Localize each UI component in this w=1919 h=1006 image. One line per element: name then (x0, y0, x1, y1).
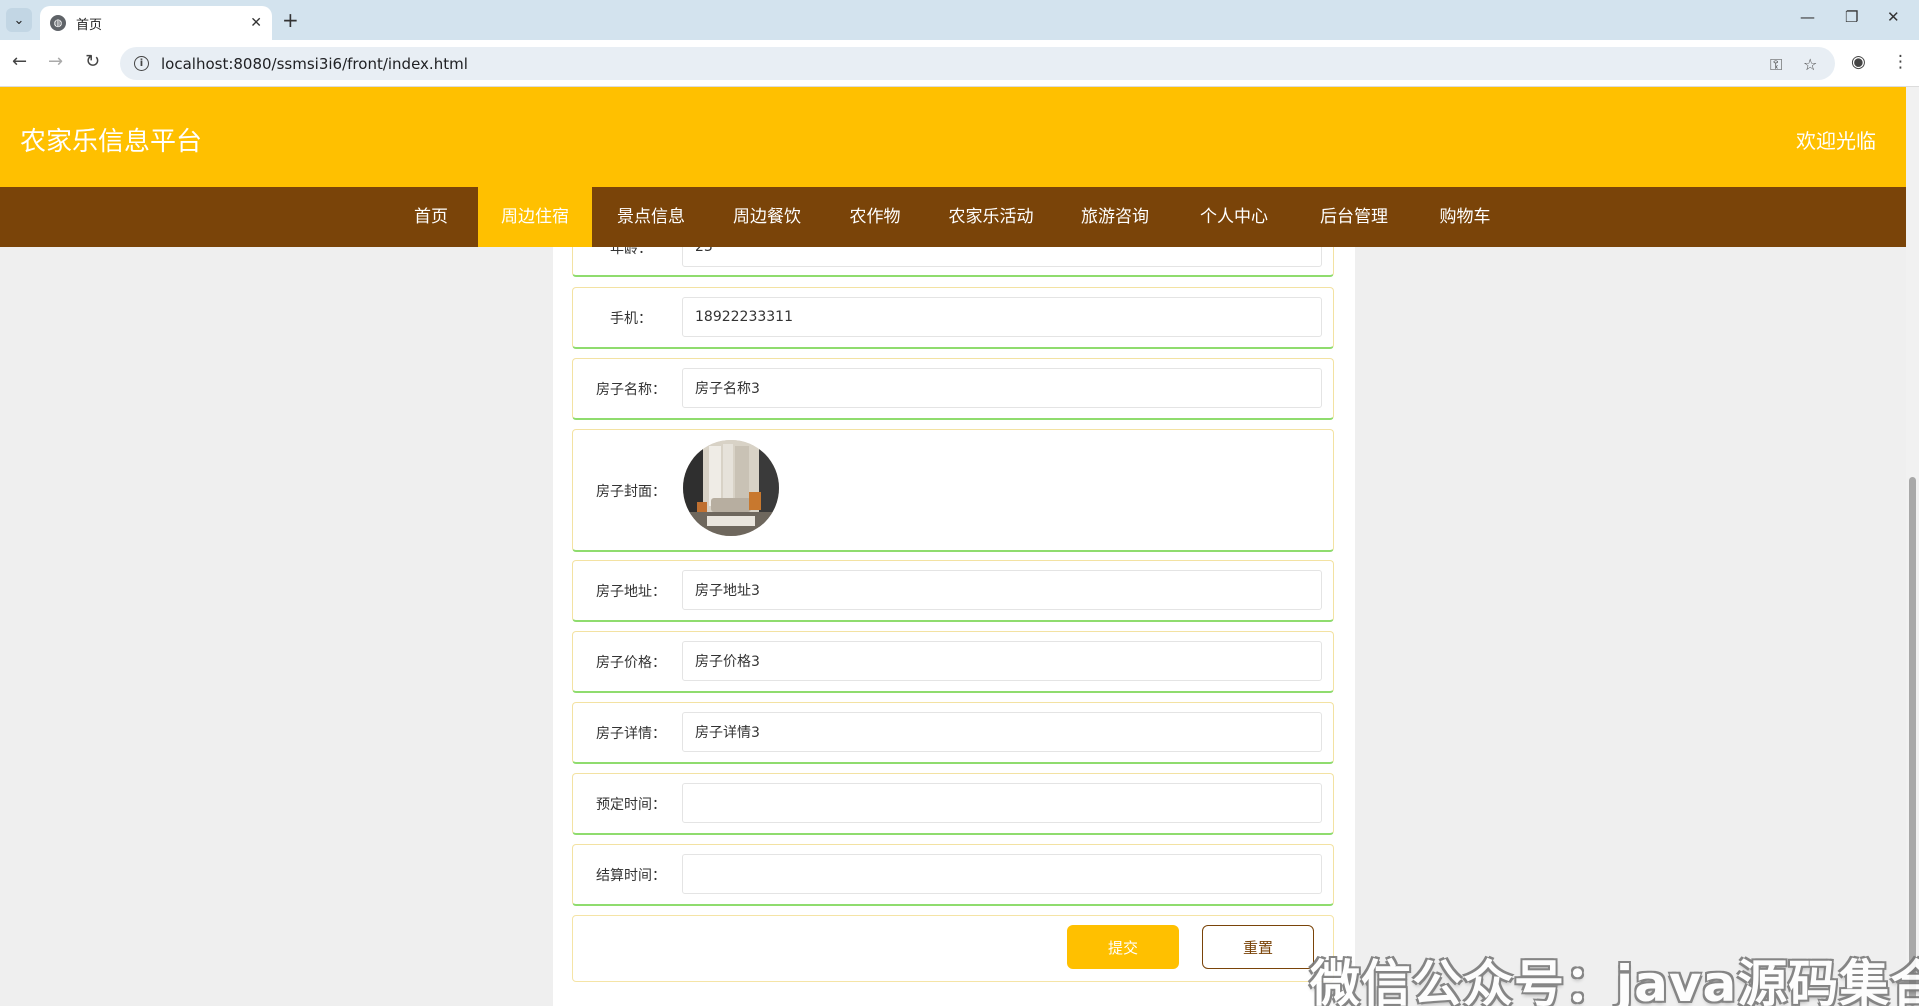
browser-tab[interactable]: ◍ 首页 ✕ (40, 6, 272, 40)
form-row-house-address: 房子地址： 房子地址3 (572, 560, 1334, 622)
nav-item-activities[interactable]: 农家乐活动 (936, 187, 1046, 247)
house-price-input[interactable]: 房子价格3 (682, 641, 1322, 681)
page-scrollbar[interactable] (1906, 87, 1919, 1006)
house-address-input[interactable]: 房子地址3 (682, 570, 1322, 610)
form-actions: 提交 重置 (572, 915, 1334, 982)
nav-item-crops[interactable]: 农作物 (836, 187, 914, 247)
close-icon[interactable]: ✕ (250, 15, 262, 31)
key-icon[interactable]: ⚿ (1770, 55, 1782, 75)
room-photo-icon (683, 440, 779, 536)
house-detail-input[interactable]: 房子详情3 (682, 712, 1322, 752)
url-text: localhost:8080/ssmsi3i6/front/index.html (161, 54, 468, 73)
form-row-age: 年龄： 23 (572, 247, 1334, 277)
tab-search-button[interactable]: ⌄ (6, 8, 32, 32)
house-cover-image[interactable] (683, 440, 779, 536)
settlement-time-label: 结算时间： (596, 868, 666, 884)
house-price-label: 房子价格： (596, 655, 666, 671)
nav-item-dining[interactable]: 周边餐饮 (720, 187, 814, 247)
house-cover-label: 房子封面： (596, 484, 666, 500)
house-detail-label: 房子详情： (596, 726, 666, 742)
welcome-text: 欢迎光临 (1796, 129, 1876, 153)
browser-toolbar: ← → ↻ i localhost:8080/ssmsi3i6/front/in… (0, 40, 1919, 87)
tab-title: 首页 (76, 17, 103, 33)
settlement-time-input[interactable] (682, 854, 1322, 894)
nav-item-travel-consult[interactable]: 旅游咨询 (1068, 187, 1162, 247)
booking-time-input[interactable] (682, 783, 1322, 823)
star-icon[interactable]: ☆ (1803, 55, 1817, 74)
globe-icon: ◍ (50, 15, 66, 31)
age-input[interactable]: 23 (682, 247, 1322, 267)
restore-icon[interactable]: ❐ (1845, 8, 1858, 26)
form-row-booking-time: 预定时间： (572, 773, 1334, 835)
nav-item-admin[interactable]: 后台管理 (1307, 187, 1401, 247)
phone-label: 手机： (610, 311, 652, 327)
minimize-icon[interactable]: — (1800, 8, 1815, 26)
form-row-house-price: 房子价格： 房子价格3 (572, 631, 1334, 693)
new-tab-button[interactable]: + (282, 8, 299, 32)
booking-time-label: 预定时间： (596, 797, 666, 813)
form-row-settlement-time: 结算时间： (572, 844, 1334, 906)
form-row-house-cover: 房子封面： (572, 429, 1334, 552)
site-info-icon[interactable]: i (134, 56, 149, 71)
nav-item-lodging[interactable]: 周边住宿 (478, 187, 592, 247)
watermark-text: 微信公众号：java源码集合 (1310, 955, 1919, 1006)
main-nav: 首页 周边住宿 景点信息 周边餐饮 农作物 农家乐活动 旅游咨询 个人中心 后台… (0, 187, 1906, 247)
site-header: 农家乐信息平台 欢迎光临 (0, 87, 1906, 187)
address-bar[interactable]: i localhost:8080/ssmsi3i6/front/index.ht… (120, 47, 1835, 80)
reset-button[interactable]: 重置 (1202, 925, 1314, 969)
nav-item-attractions[interactable]: 景点信息 (604, 187, 698, 247)
submit-button[interactable]: 提交 (1067, 925, 1179, 969)
form-row-house-detail: 房子详情： 房子详情3 (572, 702, 1334, 764)
nav-item-home[interactable]: 首页 (396, 187, 466, 247)
age-label: 年龄： (610, 247, 652, 257)
nav-item-cart[interactable]: 购物车 (1426, 187, 1504, 247)
scrollbar-thumb[interactable] (1909, 477, 1916, 1006)
site-title: 农家乐信息平台 (20, 127, 203, 157)
back-icon[interactable]: ← (12, 51, 27, 72)
house-name-input[interactable]: 房子名称3 (682, 368, 1322, 408)
menu-dots-icon[interactable]: ⋮ (1892, 52, 1909, 72)
browser-tabstrip: ⌄ ◍ 首页 ✕ + — ❐ ✕ (0, 0, 1919, 40)
window-close-icon[interactable]: ✕ (1887, 8, 1900, 26)
reload-icon[interactable]: ↻ (85, 51, 100, 72)
form-row-house-name: 房子名称： 房子名称3 (572, 358, 1334, 420)
chevron-down-icon: ⌄ (13, 12, 25, 28)
form-row-phone: 手机： 18922233311 (572, 287, 1334, 349)
phone-input[interactable]: 18922233311 (682, 297, 1322, 337)
profile-icon[interactable]: ◉ (1851, 52, 1866, 72)
house-name-label: 房子名称： (596, 382, 666, 398)
forward-icon[interactable]: → (48, 51, 63, 72)
house-address-label: 房子地址： (596, 584, 666, 600)
nav-item-personal-center[interactable]: 个人中心 (1187, 187, 1281, 247)
